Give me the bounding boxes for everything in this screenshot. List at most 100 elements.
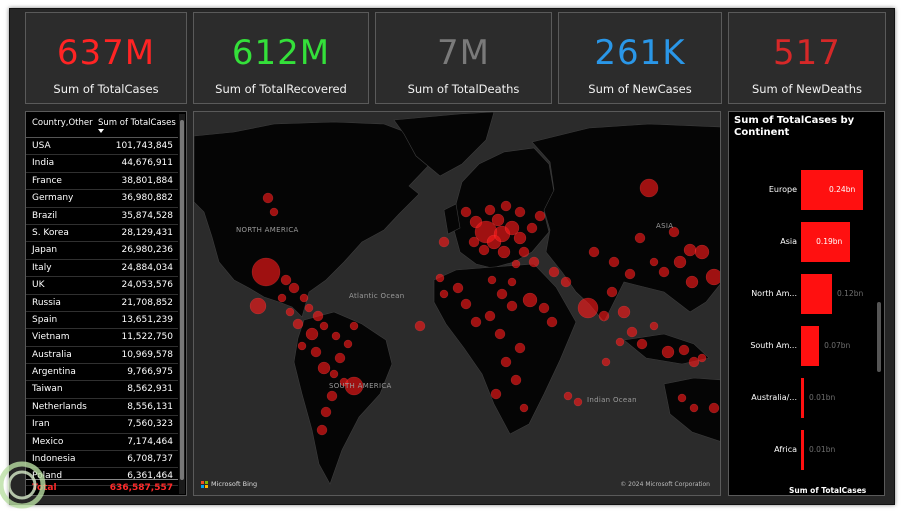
case-bubble[interactable]: [510, 374, 522, 386]
case-bubble[interactable]: [511, 259, 521, 269]
bar[interactable]: [801, 274, 832, 314]
case-bubble[interactable]: [506, 300, 518, 312]
table-row[interactable]: Mexico 7,174,464: [26, 434, 178, 452]
case-bubble[interactable]: [494, 328, 506, 340]
case-bubble[interactable]: [297, 341, 307, 351]
case-bubble[interactable]: [598, 310, 610, 322]
case-bubble[interactable]: [683, 243, 697, 257]
case-bubble[interactable]: [500, 356, 512, 368]
case-bubble[interactable]: [514, 206, 526, 218]
case-bubble[interactable]: [439, 289, 449, 299]
case-bubble[interactable]: [343, 339, 353, 349]
table-row[interactable]: USA 101,743,845: [26, 138, 178, 156]
case-bubble[interactable]: [329, 369, 339, 379]
case-bubble[interactable]: [280, 274, 292, 286]
case-bubble[interactable]: [305, 327, 319, 341]
case-bubble[interactable]: [649, 321, 659, 331]
case-bubble[interactable]: [478, 244, 490, 256]
table-row[interactable]: Australia 10,969,578: [26, 347, 178, 365]
case-bubble[interactable]: [326, 390, 338, 402]
table-row[interactable]: Spain 13,651,239: [26, 312, 178, 330]
case-bubble[interactable]: [685, 275, 699, 289]
case-bubble[interactable]: [573, 397, 583, 407]
case-bubble[interactable]: [639, 178, 659, 198]
kpi-card[interactable]: 7M Sum of TotalDeaths: [375, 12, 552, 104]
case-bubble[interactable]: [468, 236, 480, 248]
case-bubble[interactable]: [649, 257, 659, 267]
kpi-card[interactable]: 637M Sum of TotalCases: [25, 12, 187, 104]
case-bubble[interactable]: [708, 402, 720, 414]
case-bubble[interactable]: [534, 210, 546, 222]
case-bubble[interactable]: [634, 232, 646, 244]
continent-bar-chart[interactable]: Sum of TotalCases by Continent Europe 0.2…: [728, 111, 885, 496]
table-row[interactable]: Iran 7,560,323: [26, 416, 178, 434]
table-row[interactable]: Argentina 9,766,975: [26, 364, 178, 382]
case-bubble[interactable]: [304, 303, 314, 313]
case-bubble[interactable]: [624, 268, 636, 280]
map-canvas[interactable]: [194, 112, 721, 496]
case-bubble[interactable]: [606, 286, 618, 298]
case-bubble[interactable]: [438, 236, 450, 248]
table-row[interactable]: Taiwan 8,562,931: [26, 381, 178, 399]
case-bubble[interactable]: [518, 246, 530, 258]
case-bubble[interactable]: [452, 282, 464, 294]
case-bubble[interactable]: [694, 244, 710, 260]
case-bubble[interactable]: [615, 337, 625, 347]
case-bubble[interactable]: [435, 273, 445, 283]
case-bubble[interactable]: [317, 361, 331, 375]
table-row[interactable]: Germany 36,980,882: [26, 190, 178, 208]
column-header-country[interactable]: Country,Other: [32, 118, 93, 128]
table-row[interactable]: India 44,676,911: [26, 155, 178, 173]
case-bubble[interactable]: [292, 318, 304, 330]
case-bubble[interactable]: [331, 331, 341, 341]
case-bubble[interactable]: [673, 255, 687, 269]
country-table[interactable]: Country,Other Sum of TotalCases USA 101,7…: [25, 111, 187, 496]
case-bubble[interactable]: [490, 388, 502, 400]
case-bubble[interactable]: [269, 207, 279, 217]
world-map[interactable]: NORTH AMERICA SOUTH AMERICA ASIA Atlanti…: [193, 111, 721, 496]
bar[interactable]: [801, 430, 804, 470]
case-bubble[interactable]: [277, 293, 287, 303]
case-bubble[interactable]: [563, 391, 573, 401]
case-bubble[interactable]: [249, 297, 267, 315]
case-bubble[interactable]: [484, 204, 496, 216]
case-bubble[interactable]: [299, 293, 309, 303]
bar[interactable]: [801, 378, 804, 418]
case-bubble[interactable]: [689, 403, 699, 413]
case-bubble[interactable]: [514, 342, 526, 354]
case-bubble[interactable]: [285, 307, 295, 317]
case-bubble[interactable]: [661, 345, 675, 359]
table-row[interactable]: Russia 21,708,852: [26, 295, 178, 312]
case-bubble[interactable]: [577, 297, 599, 319]
case-bubble[interactable]: [484, 310, 496, 322]
case-bubble[interactable]: [262, 192, 274, 204]
case-bubble[interactable]: [320, 406, 332, 418]
case-bubble[interactable]: [251, 257, 281, 287]
case-bubble[interactable]: [470, 316, 482, 328]
case-bubble[interactable]: [636, 338, 648, 350]
case-bubble[interactable]: [349, 321, 359, 331]
case-bubble[interactable]: [460, 298, 472, 310]
kpi-card[interactable]: 517 Sum of NewDeaths: [728, 12, 886, 104]
case-bubble[interactable]: [588, 246, 600, 258]
case-bubble[interactable]: [705, 268, 721, 286]
chart-scroll-thumb[interactable]: [877, 302, 881, 372]
sort-descending-icon[interactable]: [98, 129, 104, 133]
case-bubble[interactable]: [526, 222, 538, 234]
case-bubble[interactable]: [497, 245, 511, 259]
case-bubble[interactable]: [496, 288, 508, 300]
table-row[interactable]: France 38,801,884: [26, 173, 178, 191]
chart-scrollbar[interactable]: [876, 162, 882, 462]
case-bubble[interactable]: [548, 266, 560, 278]
table-row[interactable]: Italy 24,884,034: [26, 260, 178, 278]
case-bubble[interactable]: [608, 256, 620, 268]
case-bubble[interactable]: [678, 344, 690, 356]
case-bubble[interactable]: [697, 353, 707, 363]
case-bubble[interactable]: [688, 356, 700, 368]
case-bubble[interactable]: [560, 276, 572, 288]
case-bubble[interactable]: [658, 266, 670, 278]
case-bubble[interactable]: [519, 403, 529, 413]
case-bubble[interactable]: [334, 352, 346, 364]
table-row[interactable]: Netherlands 8,556,131: [26, 399, 178, 417]
table-scroll-thumb[interactable]: [180, 120, 184, 480]
